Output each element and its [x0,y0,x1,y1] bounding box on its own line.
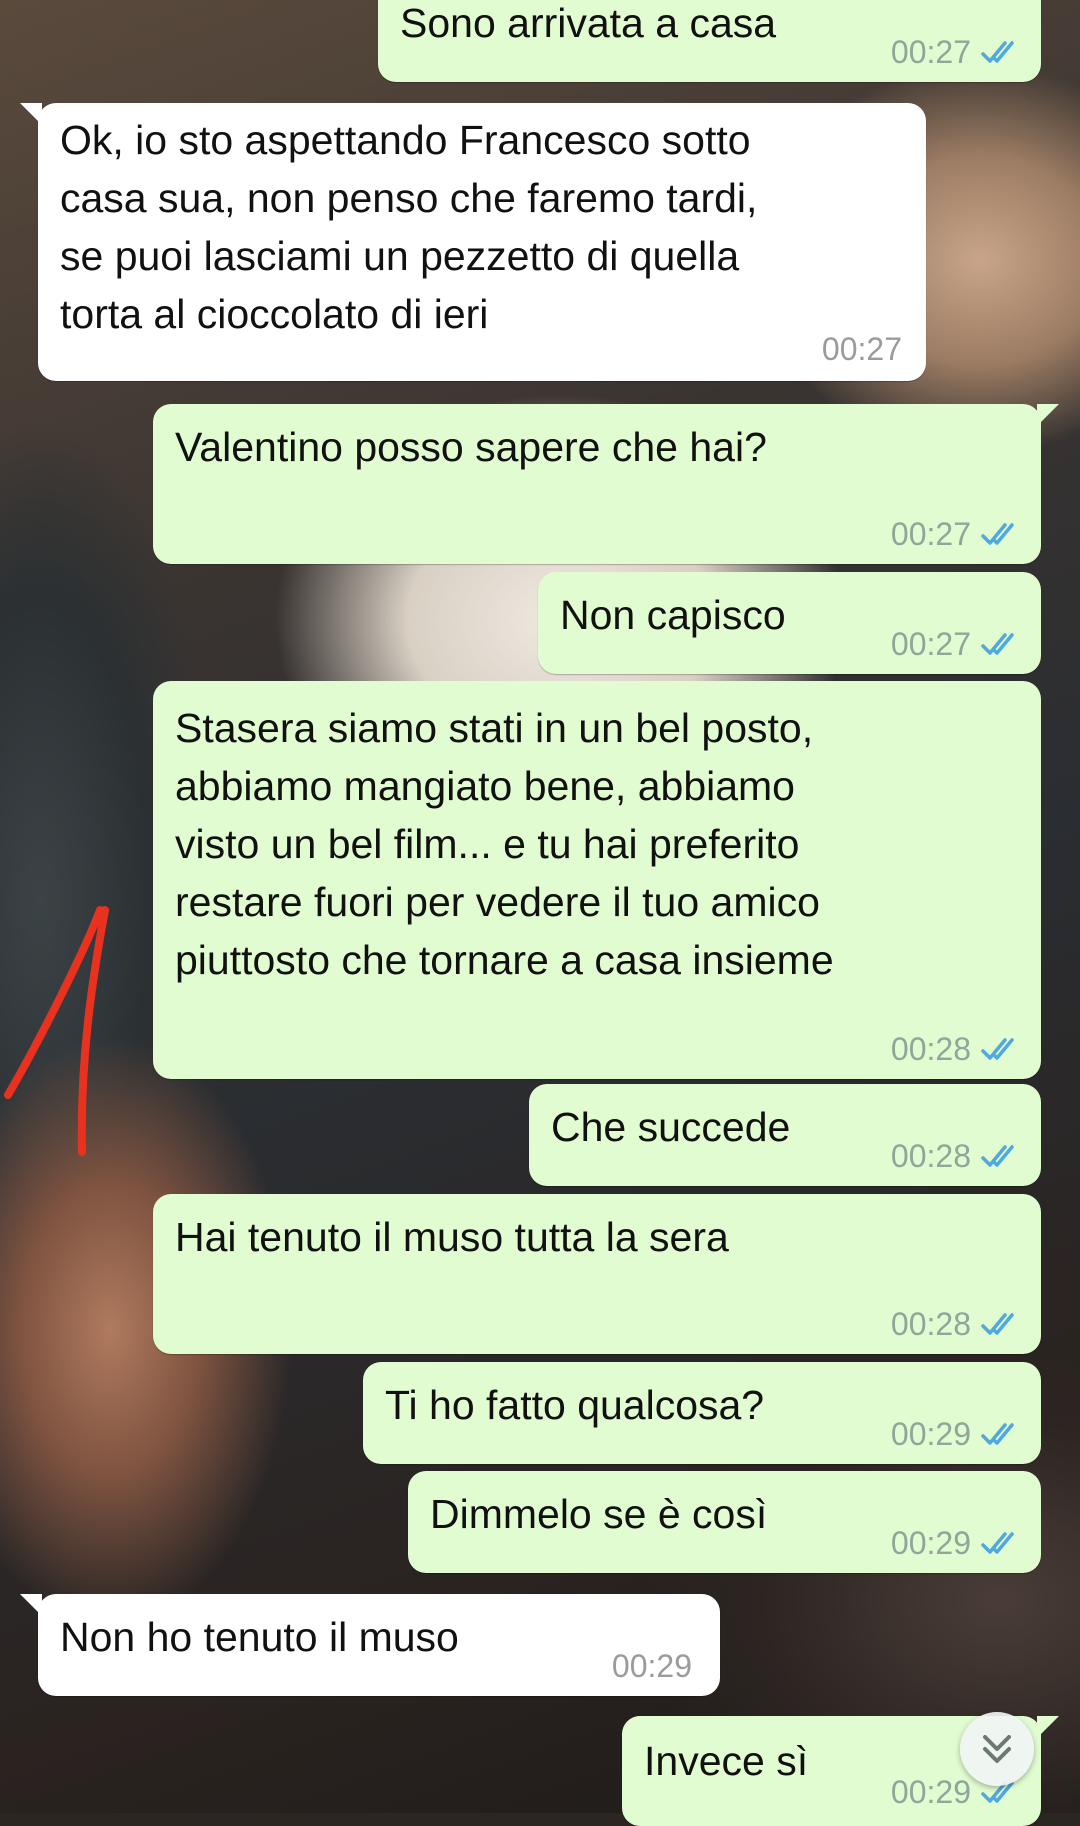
message-time: 00:27 [890,516,971,552]
message-meta: 00:27 [891,516,1021,552]
message-list[interactable]: Sono arrivata a casa 00:27 Ok, io sto as… [0,0,1080,1826]
message-meta: 00:29 [891,1416,1021,1452]
double-check-icon [981,1423,1014,1445]
message-time: 00:28 [890,1031,971,1067]
message-text: Non ho tenuto il muso [60,1614,459,1660]
message-text: Sono arrivata a casa [400,0,777,46]
message-time: 00:27 [821,331,902,367]
message-text: Invece sì [644,1738,809,1784]
message-time: 00:27 [890,34,971,70]
double-check-icon [981,1145,1014,1167]
bubble-tail [20,1594,42,1616]
message-meta: 00:28 [891,1031,1021,1067]
message-meta: 00:27 [891,626,1021,662]
message-bubble-outgoing[interactable]: Valentino posso sapere che hai? 00:27 [153,404,1059,564]
message-meta: 00:29 [891,1525,1021,1561]
double-check-icon [981,41,1014,63]
message-text: Dimmelo se è così [430,1491,768,1537]
message-bubble-outgoing[interactable]: Ti ho fatto qualcosa? 00:29 [363,1362,1041,1464]
handwritten-annotation-mark [4,906,109,1156]
bubble-tail [1037,404,1059,426]
bubble-tail [1037,1716,1059,1738]
message-bubble-outgoing[interactable]: Sono arrivata a casa 00:27 [378,0,1041,82]
message-bubble-outgoing[interactable]: Hai tenuto il muso tutta la sera 00:28 [153,1194,1041,1354]
message-meta: 00:28 [891,1306,1021,1342]
message-time: 00:29 [890,1774,971,1810]
message-text: Non capisco [560,592,786,638]
double-check-icon [981,1313,1014,1335]
message-bubble-outgoing[interactable]: Che succede 00:28 [529,1084,1041,1186]
message-time: 00:29 [611,1648,692,1684]
message-bubble-incoming[interactable]: Ok, io sto aspettando Francesco sotto ca… [20,103,926,381]
message-bubble-outgoing[interactable]: Stasera siamo stati in un bel posto, abb… [153,681,1041,1079]
message-time: 00:29 [890,1416,971,1452]
message-text: Ok, io sto aspettando Francesco sotto ca… [60,117,758,337]
message-time: 00:28 [890,1138,971,1174]
message-meta: 00:27 [822,331,902,367]
message-text: Hai tenuto il muso tutta la sera [175,1214,729,1260]
scroll-to-bottom-button[interactable] [960,1712,1034,1786]
message-bubble-outgoing[interactable]: Dimmelo se è così 00:29 [408,1471,1041,1573]
double-check-icon [981,1532,1014,1554]
message-meta: 00:28 [891,1138,1021,1174]
message-time: 00:28 [890,1306,971,1342]
message-bubble-incoming[interactable]: Non ho tenuto il muso 00:29 [20,1594,720,1696]
message-text: Ti ho fatto qualcosa? [385,1382,765,1428]
message-time: 00:27 [890,626,971,662]
double-check-icon [981,1038,1014,1060]
double-check-icon [981,523,1014,545]
double-check-icon [981,633,1014,655]
message-time: 00:29 [890,1525,971,1561]
message-bubble-outgoing[interactable]: Non capisco 00:27 [538,572,1041,674]
message-meta: 00:29 [612,1648,692,1684]
bubble-tail [20,103,42,125]
chevron-double-down-icon [983,1735,1011,1763]
message-text: Che succede [551,1104,791,1150]
message-meta: 00:27 [891,34,1021,70]
message-text: Valentino posso sapere che hai? [175,424,767,470]
message-text: Stasera siamo stati in un bel posto, abb… [175,705,834,983]
